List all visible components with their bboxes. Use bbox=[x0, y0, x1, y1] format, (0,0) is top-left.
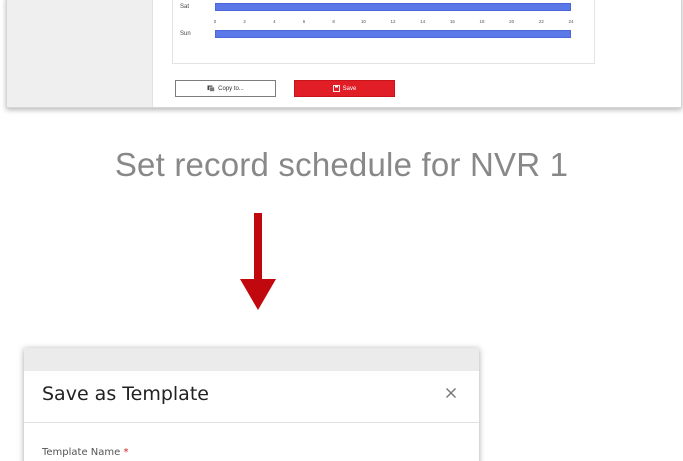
dialog-title: Save as Template bbox=[42, 383, 209, 405]
hour-tick-label: 22 bbox=[538, 19, 544, 24]
day-label: Sat bbox=[180, 4, 190, 10]
hour-tick-label: 18 bbox=[479, 19, 485, 24]
hour-ticks: 024681012141618202224 bbox=[215, 0, 571, 1]
schedule-bar[interactable] bbox=[215, 30, 571, 38]
schedule-row-sun: 0 2 4 6 8 10 12 14 16 18 20 22 24 Sun bbox=[173, 19, 594, 43]
dialog-header: Save as Template bbox=[24, 371, 479, 423]
hour-tick-label: 14 bbox=[420, 19, 426, 24]
hour-tick-label: 4 bbox=[273, 19, 276, 24]
hour-tick-label: 24 bbox=[568, 19, 574, 24]
hour-tick-label: 10 bbox=[360, 19, 366, 24]
hour-tick-label: 2 bbox=[243, 19, 246, 24]
copy-to-button[interactable]: Copy to... bbox=[175, 80, 276, 97]
hour-tick-label: 0 bbox=[213, 19, 217, 24]
required-mark: * bbox=[123, 447, 129, 458]
schedule-screenshot: 024681012141618202224 Sat 02468101214161… bbox=[6, 0, 682, 108]
close-icon[interactable] bbox=[443, 385, 459, 401]
hour-tick-label: 16 bbox=[449, 19, 455, 24]
dialog-backdrop-bar bbox=[24, 348, 479, 371]
template-name-label: Template Name * bbox=[42, 447, 129, 458]
day-label: Sun bbox=[180, 31, 191, 37]
arrow-down-icon bbox=[240, 213, 276, 310]
floppy-disk-icon bbox=[332, 85, 340, 92]
schedule-row-sat: 024681012141618202224 Sat bbox=[173, 0, 594, 17]
hour-tick-label: 8 bbox=[332, 19, 335, 24]
copy-to-label: Copy to... bbox=[218, 85, 244, 92]
hour-tick-label: 20 bbox=[509, 19, 515, 24]
hour-tick-label: 6 bbox=[302, 19, 306, 24]
template-name-label-text: Template Name bbox=[42, 447, 121, 458]
save-label: Save bbox=[342, 85, 357, 92]
schedule-grid: 024681012141618202224 Sat 02468101214161… bbox=[172, 0, 595, 64]
hour-ticks: 024681012141618202224 bbox=[213, 19, 574, 27]
save-template-dialog: Save as Template Template Name * bbox=[24, 348, 479, 461]
step-caption: Set record schedule for NVR 1 bbox=[114, 146, 569, 183]
save-button[interactable]: Save bbox=[294, 80, 395, 97]
hour-tick-label: 12 bbox=[390, 19, 396, 24]
left-sidebar-strip bbox=[7, 0, 153, 107]
copy-icon bbox=[207, 85, 215, 92]
schedule-bar[interactable] bbox=[215, 3, 571, 11]
